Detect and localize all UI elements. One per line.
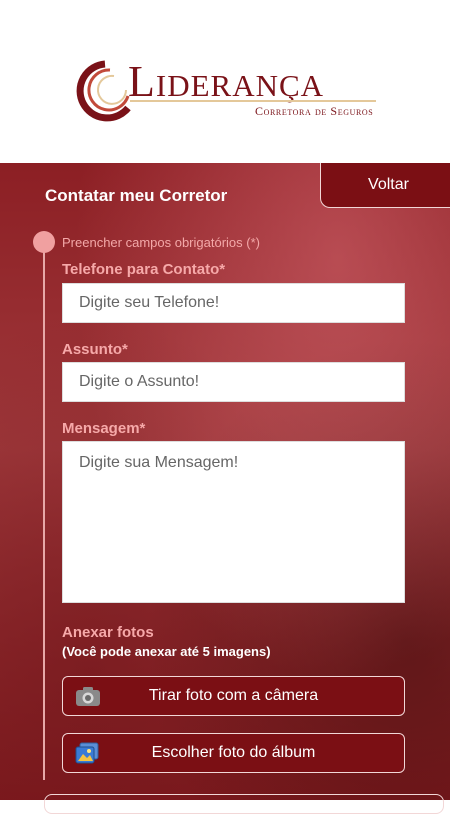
message-label: Mensagem*: [62, 420, 145, 437]
timeline-line: [43, 245, 45, 780]
page-title: Contatar meu Corretor: [45, 186, 228, 205]
take-photo-button[interactable]: Tirar foto com a câmera: [62, 676, 405, 716]
brand-logo: Liderança Corretora de Seguros: [70, 56, 380, 126]
camera-icon: [76, 687, 100, 706]
timeline-dot: [33, 231, 55, 253]
subject-input[interactable]: [62, 362, 405, 402]
required-asterisk: *: [122, 341, 128, 358]
logo-underline: [130, 100, 376, 102]
subject-label: Assunto*: [62, 341, 128, 358]
next-section-edge: [44, 794, 444, 814]
app-header: Liderança Corretora de Seguros: [0, 0, 450, 163]
phone-label-text: Telefone para Contato: [62, 261, 220, 278]
subject-label-text: Assunto: [62, 341, 122, 358]
attach-photos-limit: (Você pode anexar até 5 imagens): [62, 644, 271, 659]
photo-album-icon: [75, 742, 99, 764]
logo-subtitle: Corretora de Seguros: [255, 104, 374, 118]
message-textarea[interactable]: [62, 441, 405, 603]
back-button[interactable]: Voltar: [320, 163, 450, 208]
logo-name: Liderança: [128, 57, 325, 106]
required-fields-note: Preencher campos obrigatórios (*): [62, 235, 260, 250]
choose-album-button[interactable]: Escolher foto do álbum: [62, 733, 405, 773]
message-label-text: Mensagem: [62, 420, 140, 437]
attach-photos-title: Anexar fotos: [62, 624, 154, 641]
choose-album-label: Escolher foto do álbum: [151, 744, 316, 761]
phone-input[interactable]: [62, 283, 405, 323]
phone-label: Telefone para Contato*: [62, 261, 225, 278]
take-photo-label: Tirar foto com a câmera: [148, 687, 319, 704]
required-asterisk: *: [139, 420, 146, 437]
required-asterisk: *: [219, 261, 226, 278]
